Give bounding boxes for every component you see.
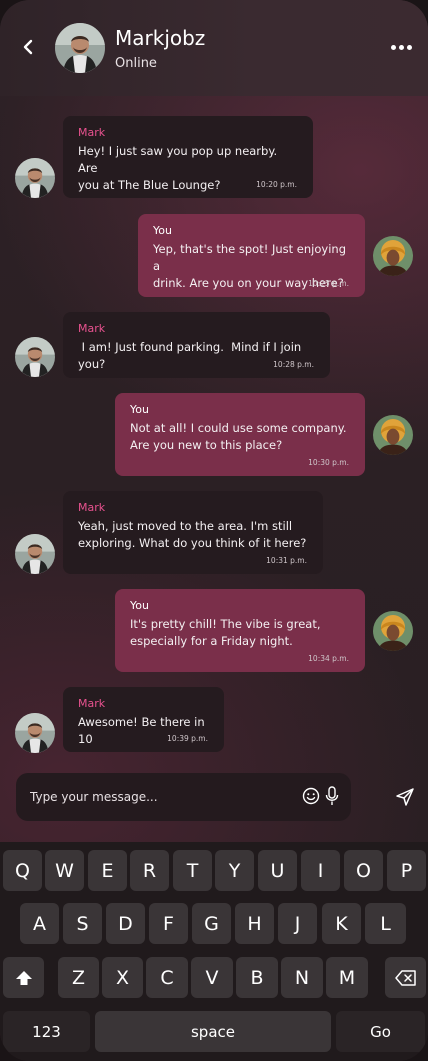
message-composer bbox=[16, 773, 351, 821]
mark-avatar[interactable] bbox=[15, 337, 55, 377]
key-w[interactable]: W bbox=[45, 850, 84, 891]
mark-avatar[interactable] bbox=[15, 534, 55, 574]
key-f[interactable]: F bbox=[149, 903, 188, 944]
message-bubble-outgoing[interactable]: You It's pretty chill! The vibe is great… bbox=[115, 589, 365, 672]
key-c[interactable]: C bbox=[146, 957, 188, 998]
key-g[interactable]: G bbox=[192, 903, 231, 944]
key-a[interactable]: A bbox=[20, 903, 59, 944]
message-time: 10:25 p.m. bbox=[308, 279, 349, 288]
message-bubble-incoming[interactable]: Mark I am! Just found parking. Mind if I… bbox=[63, 312, 330, 378]
key-p[interactable]: P bbox=[387, 850, 426, 891]
key-s[interactable]: S bbox=[63, 903, 102, 944]
contact-name: Markjobz bbox=[115, 26, 206, 50]
contact-status: Online bbox=[115, 56, 157, 71]
key-r[interactable]: R bbox=[130, 850, 169, 891]
smile-icon[interactable] bbox=[302, 787, 320, 805]
message-bubble-incoming[interactable]: Mark Yeah, just moved to the area. I'm s… bbox=[63, 491, 323, 574]
space-key[interactable]: space bbox=[95, 1011, 331, 1052]
message-sender: Mark bbox=[78, 697, 106, 710]
message-sender: You bbox=[130, 403, 149, 416]
key-n[interactable]: N bbox=[281, 957, 323, 998]
key-i[interactable]: I bbox=[301, 850, 340, 891]
key-t[interactable]: T bbox=[173, 850, 212, 891]
message-time: 10:20 p.m. bbox=[256, 180, 297, 189]
user-avatar[interactable] bbox=[373, 611, 413, 651]
message-bubble-incoming[interactable]: Mark Awesome! Be there in 10 10:39 p.m. bbox=[63, 687, 224, 752]
backspace-icon bbox=[394, 969, 416, 986]
key-o[interactable]: O bbox=[344, 850, 383, 891]
on-screen-keyboard: Q W E R T Y U I O P A S D F G H J K L Z … bbox=[0, 842, 428, 1061]
chat-header: Markjobz Online bbox=[0, 0, 428, 96]
key-b[interactable]: B bbox=[236, 957, 278, 998]
chevron-left-icon bbox=[23, 39, 33, 55]
key-q[interactable]: Q bbox=[3, 850, 42, 891]
mark-avatar[interactable] bbox=[15, 713, 55, 753]
shift-key[interactable] bbox=[3, 957, 44, 998]
message-text: It's pretty chill! The vibe is great, es… bbox=[130, 617, 321, 648]
message-time: 10:30 p.m. bbox=[308, 458, 349, 467]
message-bubble-outgoing[interactable]: You Yep, that's the spot! Just enjoying … bbox=[138, 214, 365, 297]
go-key[interactable]: Go bbox=[336, 1011, 425, 1052]
message-time: 10:34 p.m. bbox=[308, 654, 349, 663]
message-sender: Mark bbox=[78, 322, 106, 335]
message-text: Yeah, just moved to the area. I'm still … bbox=[78, 519, 307, 550]
message-time: 10:39 p.m. bbox=[167, 734, 208, 743]
key-z[interactable]: Z bbox=[58, 957, 99, 998]
more-options-button[interactable] bbox=[388, 38, 414, 56]
key-k[interactable]: K bbox=[322, 903, 361, 944]
shift-icon bbox=[15, 970, 32, 985]
message-bubble-incoming[interactable]: Mark Hey! I just saw you pop up nearby. … bbox=[63, 116, 313, 198]
message-bubble-outgoing[interactable]: You Not at all! I could use some company… bbox=[115, 393, 365, 476]
message-text: Not at all! I could use some company. Ar… bbox=[130, 421, 347, 452]
user-avatar[interactable] bbox=[373, 415, 413, 455]
mark-avatar[interactable] bbox=[15, 158, 55, 198]
chat-screen: Markjobz Online Mark Hey! I just saw you… bbox=[0, 0, 428, 1061]
back-button[interactable] bbox=[18, 36, 40, 58]
message-sender: You bbox=[130, 599, 149, 612]
send-icon[interactable] bbox=[394, 786, 416, 808]
more-horizontal-icon bbox=[390, 44, 396, 50]
contact-avatar[interactable] bbox=[55, 23, 105, 73]
key-m[interactable]: M bbox=[326, 957, 368, 998]
message-sender: Mark bbox=[78, 501, 106, 514]
key-x[interactable]: X bbox=[102, 957, 143, 998]
user-avatar[interactable] bbox=[373, 236, 413, 276]
key-h[interactable]: H bbox=[235, 903, 274, 944]
message-time: 10:31 p.m. bbox=[266, 556, 307, 565]
backspace-key[interactable] bbox=[385, 957, 426, 998]
key-y[interactable]: Y bbox=[215, 850, 254, 891]
key-v[interactable]: V bbox=[191, 957, 233, 998]
key-e[interactable]: E bbox=[88, 850, 127, 891]
key-u[interactable]: U bbox=[258, 850, 297, 891]
message-sender: You bbox=[153, 224, 172, 237]
numbers-key[interactable]: 123 bbox=[3, 1011, 90, 1052]
key-d[interactable]: D bbox=[106, 903, 145, 944]
key-l[interactable]: L bbox=[365, 903, 406, 944]
key-j[interactable]: J bbox=[278, 903, 317, 944]
message-sender: Mark bbox=[78, 126, 106, 139]
message-input[interactable] bbox=[30, 787, 280, 807]
mic-icon[interactable] bbox=[325, 786, 339, 806]
message-time: 10:28 p.m. bbox=[273, 360, 314, 369]
